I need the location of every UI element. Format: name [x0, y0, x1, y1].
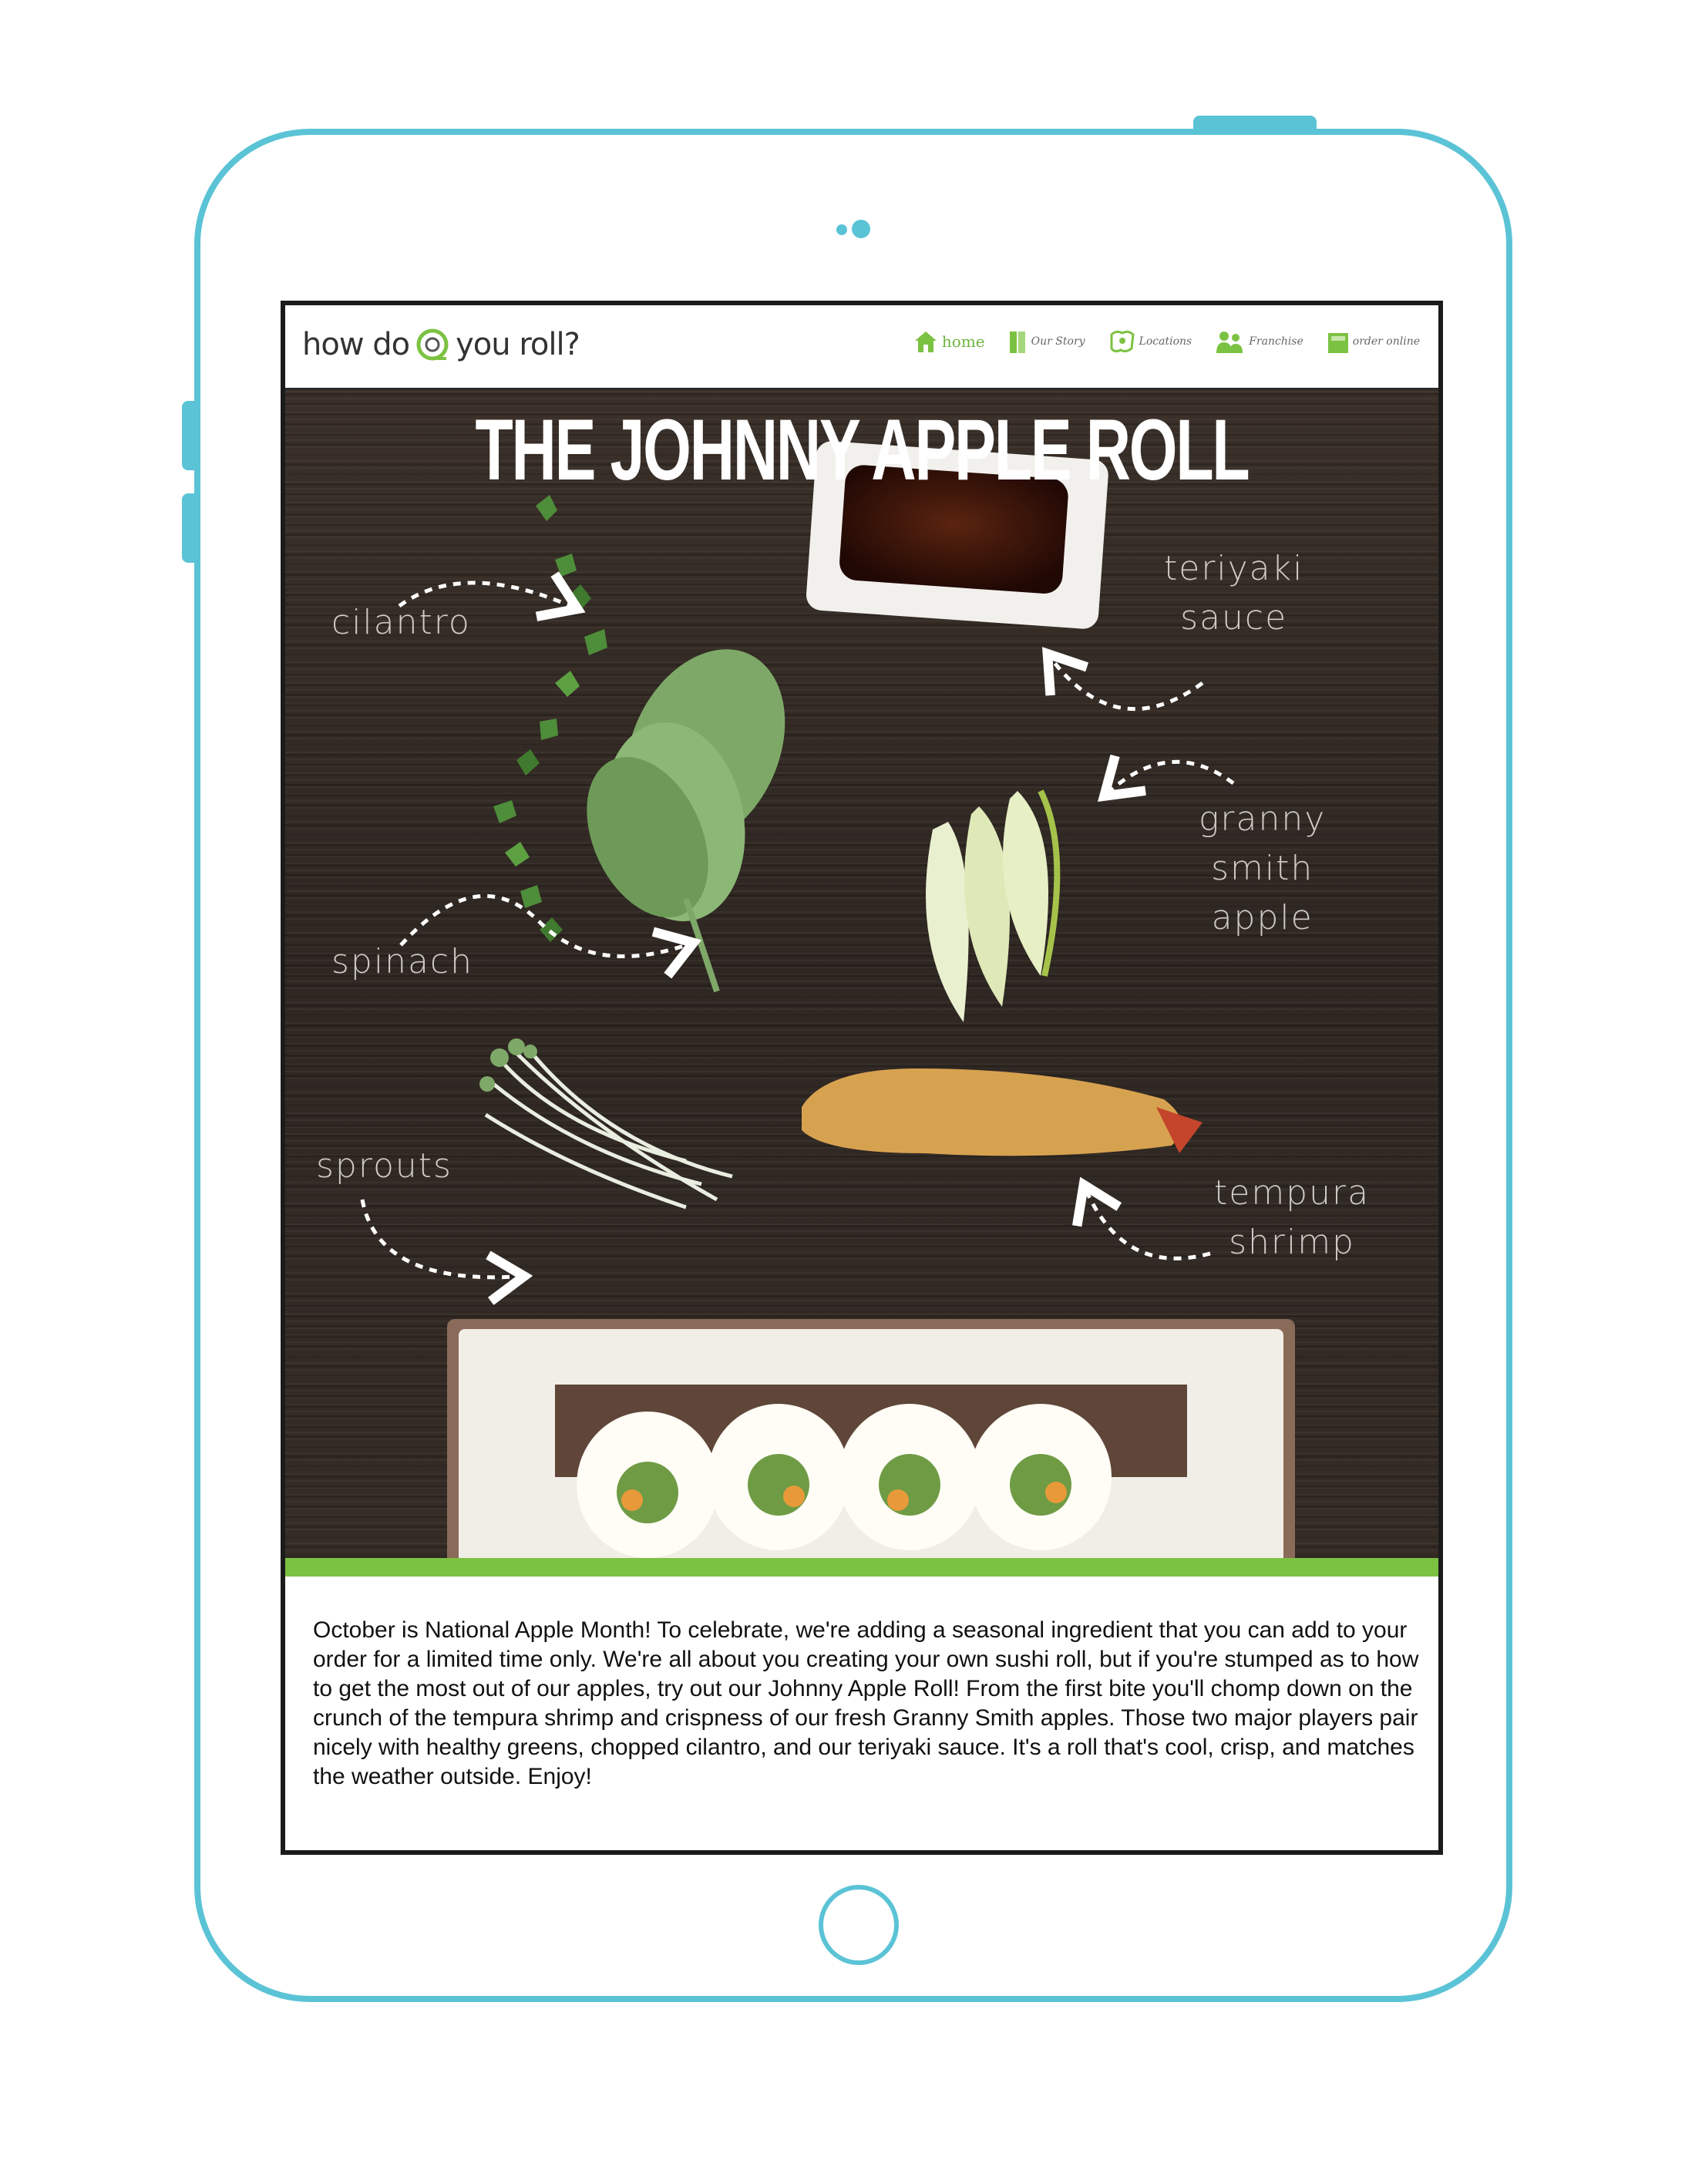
nav-home[interactable]: home: [913, 328, 985, 355]
nav-order-online[interactable]: order online: [1327, 328, 1420, 355]
main-nav: home Our Story Locations Franchise order…: [913, 328, 1420, 355]
logo[interactable]: how do you roll?: [302, 327, 580, 362]
label-teriyaki-sauce: teriyaki sauce: [1164, 549, 1304, 638]
house-icon: [914, 331, 937, 352]
label-cilantro: cilantro: [331, 603, 471, 642]
book-icon: [1009, 331, 1025, 353]
people-icon: [1216, 331, 1243, 353]
sushi-plate: [447, 1319, 1295, 1558]
sprouts: [484, 1052, 733, 1210]
logo-text-right: you roll?: [456, 327, 580, 362]
site-header: how do you roll? home Our Story Location…: [285, 305, 1438, 390]
dashed-arrows: [360, 583, 1235, 1277]
logo-text-left: how do: [302, 327, 410, 362]
label-tempura-shrimp: tempura shrimp: [1214, 1173, 1371, 1262]
order-icon: [1327, 333, 1348, 353]
label-spinach: spinach: [331, 942, 474, 981]
spinach: [587, 649, 785, 993]
hero-image: THE JOHNNY APPLE ROLL cilantro teriyaki …: [285, 390, 1438, 1558]
home-button[interactable]: [819, 1885, 899, 1965]
label-granny-smith-apple: granny smith apple: [1199, 799, 1327, 937]
cilantro: [493, 495, 607, 942]
volume-down-button: [182, 493, 196, 563]
label-sprouts: sprouts: [316, 1146, 452, 1186]
tempura-shrimp: [802, 1068, 1202, 1156]
map-icon: [1110, 330, 1135, 353]
screen: how do you roll? home Our Story Location…: [281, 301, 1443, 1855]
nav-franchise[interactable]: Franchise: [1215, 328, 1303, 355]
page-title: THE JOHNNY APPLE ROLL: [475, 402, 1250, 498]
volume-up-button: [182, 401, 196, 470]
nav-locations[interactable]: Locations: [1108, 328, 1192, 355]
apple-slices: [926, 789, 1061, 1022]
green-divider: [285, 1558, 1438, 1577]
roll-logo-icon: [415, 328, 449, 362]
article-body: October is National Apple Month! To cele…: [313, 1617, 1419, 1789]
power-button: [1193, 116, 1317, 131]
nav-our-story[interactable]: Our Story: [1008, 328, 1085, 355]
